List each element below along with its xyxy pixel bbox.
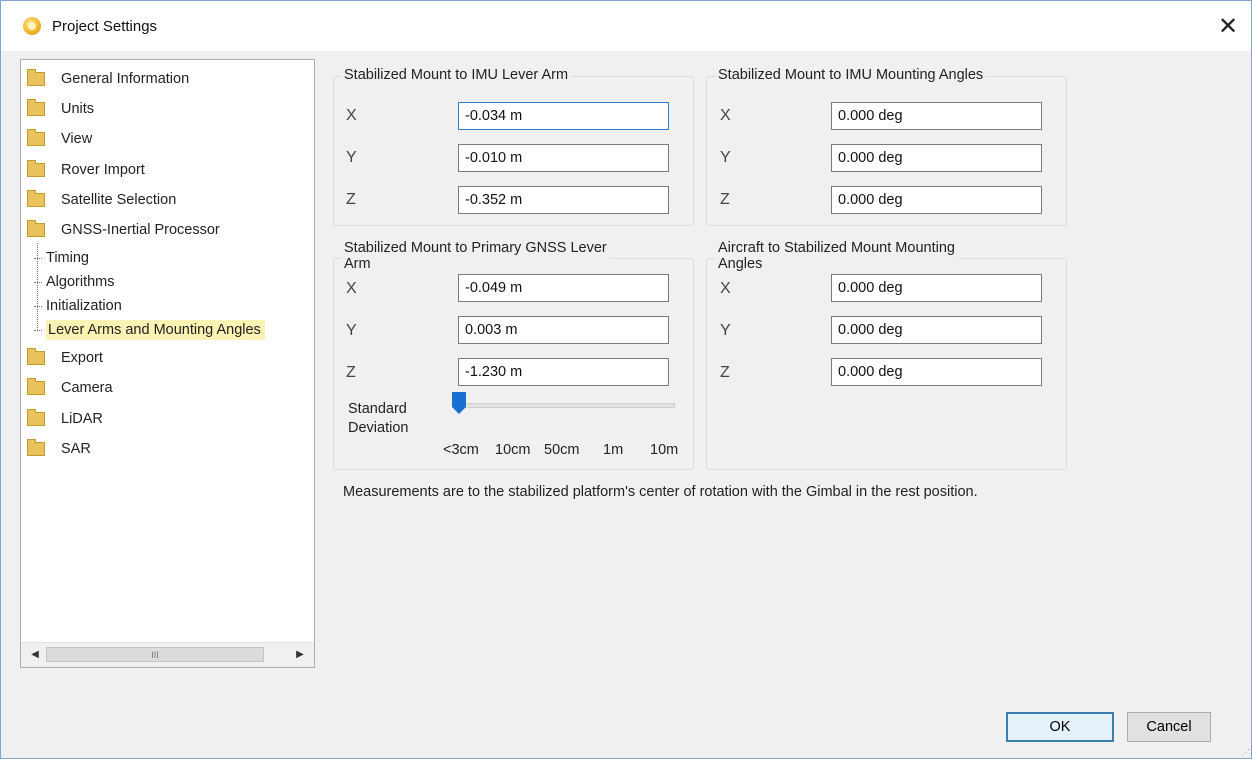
tree-item-label: Lever Arms and Mounting Angles [46, 320, 265, 340]
folder-icon [27, 69, 45, 86]
gnss-lever-z-label: Z [346, 364, 356, 381]
gnss-lever-arm-title-line1: Stabilized Mount to Primary GNSS Lever [344, 240, 607, 256]
imu-lever-x-label: X [346, 107, 357, 124]
tree-item-label: General Information [61, 71, 190, 87]
aircraft-mounting-angles-title-line1: Aircraft to Stabilized Mount Mounting [718, 240, 955, 256]
folder-icon [27, 190, 45, 207]
resize-grip-icon[interactable]: ⋰ [1242, 749, 1250, 757]
imu-lever-y-label: Y [346, 149, 357, 166]
aircraft-mounting-angles-title: Aircraft to Stabilized Mount Mounting An… [715, 240, 958, 272]
gnss-lever-y-label: Y [346, 322, 357, 339]
aircraft-angle-x-field[interactable] [831, 274, 1042, 302]
aircraft-angle-z-field[interactable] [831, 358, 1042, 386]
tree-item-camera[interactable]: Camera [26, 376, 113, 400]
tree-item-label: GNSS-Inertial Processor [61, 222, 220, 238]
tree-item-algorithms[interactable]: Algorithms [34, 270, 115, 294]
gnss-lever-y-field[interactable] [458, 316, 669, 344]
aircraft-angle-y-field[interactable] [831, 316, 1042, 344]
standard-deviation-label-line2: Deviation [348, 420, 409, 436]
scroll-left-icon[interactable]: ◀ [27, 647, 43, 663]
folder-icon [27, 129, 45, 146]
tree-item-units[interactable]: Units [26, 97, 94, 121]
folder-icon [27, 378, 45, 395]
horizontal-scrollbar[interactable]: ◀ III ▶ [21, 642, 314, 667]
scroll-right-icon[interactable]: ▶ [292, 647, 308, 663]
tree-item-label: Rover Import [61, 162, 145, 178]
gnss-lever-x-label: X [346, 280, 357, 297]
folder-icon [27, 220, 45, 237]
tree-item-label: Algorithms [46, 274, 115, 290]
slider-tick-label: <3cm [443, 442, 479, 458]
scroll-thumb-grip-icon: III [151, 649, 159, 660]
tree-item-general-information[interactable]: General Information [26, 67, 189, 91]
tree-item-timing[interactable]: Timing [34, 246, 89, 270]
tree-item-gnss-inertial-processor[interactable]: GNSS-Inertial Processor [26, 218, 220, 242]
tree-item-initialization[interactable]: Initialization [34, 294, 122, 318]
slider-tick-label: 10m [650, 442, 679, 458]
imu-angle-x-field[interactable] [831, 102, 1042, 130]
tree-item-lidar[interactable]: LiDAR [26, 407, 103, 431]
close-icon: ✕ [1217, 12, 1239, 40]
imu-angle-z-field[interactable] [831, 186, 1042, 214]
imu-angle-y-label: Y [720, 149, 731, 166]
standard-deviation-label-line1: Standard [348, 401, 407, 417]
imu-lever-x-field[interactable] [458, 102, 669, 130]
folder-icon [27, 409, 45, 426]
tree-item-label: Camera [61, 380, 113, 396]
tree-item-export[interactable]: Export [26, 346, 103, 370]
folder-icon [27, 348, 45, 365]
slider-tick-label: 10cm [495, 442, 531, 458]
app-icon [23, 17, 41, 35]
imu-angle-x-label: X [720, 107, 731, 124]
tree-item-label: SAR [61, 441, 91, 457]
tree-item-label: Timing [46, 250, 89, 266]
tree-branch [34, 329, 42, 331]
tree-item-label: Initialization [46, 298, 122, 314]
imu-lever-arm-title: Stabilized Mount to IMU Lever Arm [341, 67, 572, 83]
folder-icon [27, 99, 45, 116]
gnss-lever-x-field[interactable] [458, 274, 669, 302]
cancel-button[interactable]: Cancel [1127, 712, 1211, 742]
tree-branch [34, 305, 42, 307]
standard-deviation-label: Standard Deviation [348, 400, 408, 438]
tree-item-label: Satellite Selection [61, 192, 177, 208]
slider-tick-label: 50cm [544, 442, 580, 458]
tree-item-label: LiDAR [61, 411, 103, 427]
gnss-lever-arm-title: Stabilized Mount to Primary GNSS Lever A… [341, 240, 610, 272]
imu-lever-z-label: Z [346, 191, 356, 208]
folder-icon [27, 439, 45, 456]
scroll-thumb[interactable]: III [46, 647, 264, 662]
aircraft-mounting-angles-title-line2: Angles [718, 256, 763, 272]
imu-mounting-angles-title: Stabilized Mount to IMU Mounting Angles [715, 67, 987, 83]
tree-item-satellite-selection[interactable]: Satellite Selection [26, 188, 176, 212]
imu-lever-y-field[interactable] [458, 144, 669, 172]
tree-item-label: Export [61, 350, 103, 366]
tree-item-label: View [61, 131, 93, 147]
tree-item-view[interactable]: View [26, 127, 92, 151]
window-title: Project Settings [52, 18, 158, 35]
aircraft-angle-z-label: Z [720, 364, 730, 381]
imu-angle-y-field[interactable] [831, 144, 1042, 172]
imu-angle-z-label: Z [720, 191, 730, 208]
tree-branch [34, 281, 42, 283]
tree-item-rover-import[interactable]: Rover Import [26, 158, 145, 182]
slider-tick-label: 1m [603, 442, 624, 458]
tree-item-lever-arms-and-mounting-angles[interactable]: Lever Arms and Mounting Angles [34, 318, 265, 342]
gnss-lever-arm-title-line2: Arm [344, 256, 371, 272]
imu-lever-z-field[interactable] [458, 186, 669, 214]
settings-tree[interactable]: General Information Units View Rover Imp… [20, 59, 315, 668]
title-bar: Project Settings ✕ [1, 1, 1251, 51]
aircraft-angle-x-label: X [720, 280, 731, 297]
measurement-note: Measurements are to the stabilized platf… [343, 484, 978, 500]
tree-item-sar[interactable]: SAR [26, 437, 91, 461]
aircraft-angle-y-label: Y [720, 322, 731, 339]
folder-icon [27, 160, 45, 177]
tree-branch [34, 257, 42, 259]
gnss-lever-z-field[interactable] [458, 358, 669, 386]
standard-deviation-slider-track[interactable] [458, 403, 675, 408]
close-button[interactable]: ✕ [1205, 1, 1251, 51]
tree-item-label: Units [61, 101, 95, 117]
ok-button[interactable]: OK [1006, 712, 1114, 742]
